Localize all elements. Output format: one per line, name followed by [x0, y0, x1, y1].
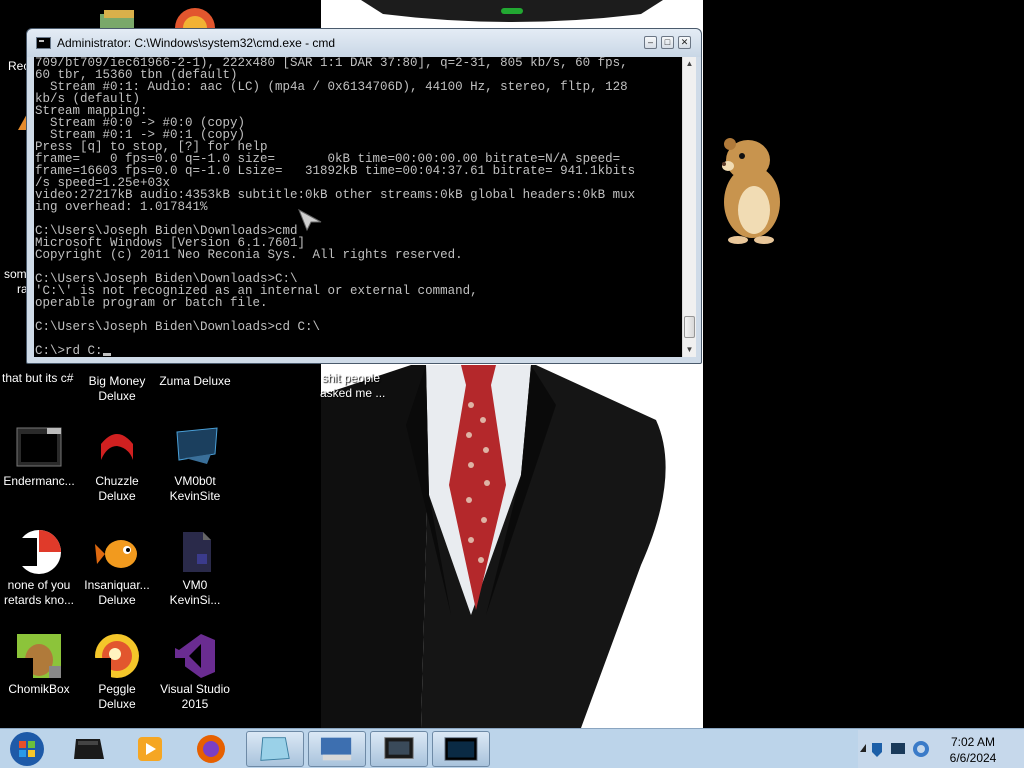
scroll-down-arrow-icon[interactable]: ▼: [683, 343, 696, 357]
desktop-icon-label: ChomikBox: [8, 682, 70, 696]
desktop-icon-label-that-but-its-c[interactable]: that but its c#: [2, 371, 73, 386]
console-line: C:\>rd C:: [34, 345, 682, 357]
goldfish-icon: [95, 540, 137, 568]
desktop-icon-label-2: Deluxe: [98, 489, 136, 503]
desktop-icon-insaniquarium[interactable]: Insaniquar... Deluxe: [78, 528, 156, 608]
taskbar-app-terminal[interactable]: [370, 731, 428, 767]
clock-date[interactable]: 6/6/2024: [932, 751, 1014, 765]
desktop-icon-label: Insaniquar...: [84, 578, 150, 592]
visual-studio-icon: [171, 634, 215, 680]
peggle-icon: [93, 634, 139, 680]
taskbar-app-firefox[interactable]: [182, 731, 240, 767]
minimize-button[interactable]: –: [644, 36, 657, 49]
partial-label-som[interactable]: som: [4, 267, 27, 282]
taskbar-app-media-player[interactable]: [120, 731, 178, 767]
console-icon: [36, 37, 51, 49]
vertical-scrollbar[interactable]: ▲ ▼: [682, 57, 696, 357]
taskbar-app-device[interactable]: [60, 731, 118, 767]
desktop-icon-label: VM0: [182, 578, 208, 592]
console-line: Copyright (c) 2011 Neo Reconia Sys. All …: [35, 248, 463, 262]
desktop-icon-label-2: Deluxe: [98, 593, 136, 607]
desktop-icon-peggle[interactable]: Peggle Deluxe: [78, 632, 156, 712]
suit-image: [321, 365, 666, 728]
console-line: operable program or batch file.: [35, 296, 268, 310]
cmd-window[interactable]: Administrator: C:\Windows\system32\cmd.e…: [26, 28, 702, 364]
desktop-icon-visual-studio[interactable]: Visual Studio 2015: [156, 632, 234, 712]
file-shortcut-icon: [183, 532, 211, 572]
desktop-icon-label: Chuzzle: [95, 474, 139, 488]
start-button-icon[interactable]: [6, 731, 48, 767]
desktop-icon-label: VM0b0t: [174, 474, 216, 488]
chrome-like-icon: [15, 530, 61, 574]
desktop-icon-vm0-kevinsite[interactable]: VM0 KevinSi...: [156, 528, 234, 608]
desktop-icon-label: none of you: [7, 578, 71, 592]
maximize-button[interactable]: □: [661, 36, 674, 49]
hamster-app-icon: [15, 634, 61, 680]
desktop-icon-label: Peggle Deluxe: [98, 682, 136, 711]
taskbar-app-cmd[interactable]: [432, 731, 490, 767]
desktop-icon-chomikbox[interactable]: ChomikBox: [0, 632, 78, 697]
text-cursor: [102, 353, 111, 356]
taskbar: 7:02 AM 6/6/2024: [0, 728, 1024, 768]
desktop-icon-label-shit-people[interactable]: shit people: [322, 371, 380, 386]
console-output[interactable]: 709/bt709/iec61966-2-1), 222x480 [SAR 1:…: [34, 57, 682, 357]
books-icon[interactable]: [98, 8, 138, 30]
desktop-icon-label-2: 2015: [181, 697, 209, 711]
taskbar-app-keyboard[interactable]: [308, 731, 366, 767]
desktop-icon-endermanch[interactable]: Endermanc...: [0, 424, 78, 489]
monitor-shortcut-icon: [176, 427, 218, 464]
peggle-top-icon[interactable]: [172, 6, 218, 30]
desktop-icon-none-of-you[interactable]: none of you retards kno...: [0, 528, 78, 608]
desktop-pet-hamster[interactable]: [708, 132, 790, 244]
taskbar-app-notes[interactable]: [246, 731, 304, 767]
desktop-icon-label: Big Money: [88, 374, 146, 388]
clock-time[interactable]: 7:02 AM: [932, 735, 1014, 749]
desktop-icon-label: Zuma Deluxe: [159, 374, 231, 388]
console-line: C:\Users\Joseph Biden\Downloads>cd C:\: [35, 320, 321, 334]
desktop-icon-label-2: Deluxe: [98, 389, 136, 403]
desktop-icon-label: Endermanc...: [3, 474, 75, 488]
desktop-icon-label-shit-people-2[interactable]: asked me ...: [320, 386, 385, 401]
wallpaper-device-graphic: [361, 0, 663, 22]
cmd-titlebar[interactable]: Administrator: C:\Windows\system32\cmd.e…: [27, 29, 701, 57]
desktop-icon-label-2: KevinSi...: [169, 593, 221, 607]
scrollbar-thumb[interactable]: [684, 316, 695, 338]
desktop-icon-label-2: retards kno...: [3, 593, 75, 607]
cmd-window-title: Administrator: C:\Windows\system32\cmd.e…: [57, 36, 336, 50]
window-shortcut-icon: [16, 427, 62, 467]
scroll-up-arrow-icon[interactable]: ▲: [683, 57, 696, 71]
mouse-pointer-icon: [298, 208, 322, 232]
desktop-icon-label: Visual Studio: [160, 682, 230, 696]
close-button[interactable]: ✕: [678, 36, 691, 49]
chuzzle-icon: [101, 434, 133, 460]
desktop-icon-chuzzle[interactable]: Chuzzle Deluxe: [78, 424, 156, 504]
console-line: ing overhead: 1.017841%: [35, 200, 208, 214]
desktop-icon-label-2: KevinSite: [169, 489, 221, 503]
desktop-icon-vm0b0t-kevinsite[interactable]: VM0b0t KevinSite: [156, 424, 234, 504]
